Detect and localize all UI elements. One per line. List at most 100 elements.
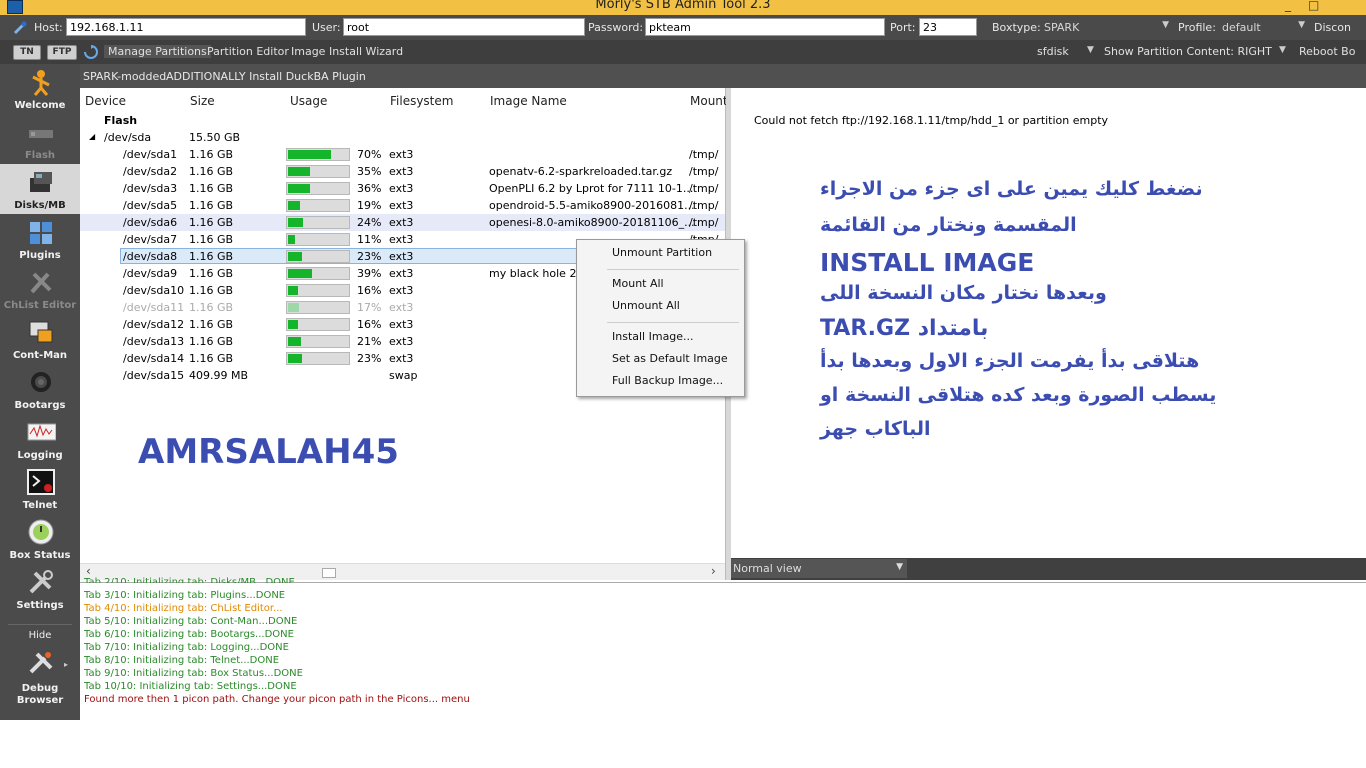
show-partition-select[interactable]: Show Partition Content: RIGHT xyxy=(1104,45,1272,58)
hide-button[interactable]: Hide xyxy=(0,630,80,641)
partition-usage-percent: 17% xyxy=(357,301,382,314)
usage-bar xyxy=(286,250,350,263)
usage-bar xyxy=(286,216,350,229)
tab-manage-partitions[interactable]: Manage Partitions xyxy=(104,45,211,58)
menu-item-install-image[interactable]: Install Image... xyxy=(612,330,694,343)
debug-icon[interactable] xyxy=(27,650,57,676)
usage-bar xyxy=(286,233,350,246)
chevron-down-icon[interactable]: ▼ xyxy=(1279,45,1286,55)
partition-filesystem: ext3 xyxy=(389,148,414,161)
sidebar-item-label: Flash xyxy=(24,150,56,161)
column-header-filesystem[interactable]: Filesystem xyxy=(390,94,453,108)
reboot-button[interactable]: Reboot Bo xyxy=(1299,45,1355,58)
partition-content-message: Could not fetch ftp://192.168.1.11/tmp/h… xyxy=(754,114,1109,127)
port-input[interactable] xyxy=(919,18,977,36)
column-header-size[interactable]: Size xyxy=(190,94,215,108)
partition-mount: /tmp/ xyxy=(689,216,719,229)
partition-mount: /tmp/ xyxy=(689,182,719,195)
duckba-plugin-option[interactable]: ADDITIONALLY Install DuckBA Plugin xyxy=(166,70,366,83)
sidebar-item-box-status[interactable]: Box Status xyxy=(0,514,80,564)
tab-partition-editor[interactable]: Partition Editor xyxy=(207,45,289,58)
sidebar-item-cont-man[interactable]: Cont-Man xyxy=(0,314,80,364)
usage-bar xyxy=(286,267,350,280)
plugins-icon xyxy=(30,222,52,244)
partition-image-name: openatv-6.2-sparkreloaded.tar.gz xyxy=(489,165,673,178)
boxtype-select[interactable]: SPARK ▼ xyxy=(1040,18,1172,37)
partition-device: /dev/sda13 xyxy=(123,335,185,348)
partition-filesystem: ext3 xyxy=(389,267,414,280)
password-input[interactable] xyxy=(645,18,885,36)
connect-icon[interactable] xyxy=(12,20,28,34)
menu-item-set-default-image[interactable]: Set as Default Image xyxy=(612,352,728,365)
flash-icon xyxy=(29,130,53,138)
sidebar-item-label: Logging xyxy=(17,450,63,461)
usage-bar xyxy=(286,301,350,314)
usage-bar-fill xyxy=(288,150,331,159)
instruction-line: بامتداد TAR.GZ xyxy=(820,316,989,341)
sidebar-item-settings[interactable]: Settings xyxy=(0,564,80,614)
table-row[interactable]: /dev/sda3 1.16 GB 36% ext3 OpenPLI 6.2 by Lp… xyxy=(80,180,725,197)
scroll-right-icon[interactable]: › xyxy=(711,564,716,578)
chevron-down-icon[interactable]: ▼ xyxy=(1087,45,1094,55)
instruction-line: نضغط كليك يمين على اى جزء من الاجزاء xyxy=(820,178,1203,200)
sidebar-item-welcome[interactable]: Welcome xyxy=(0,64,80,114)
usage-bar-fill xyxy=(288,252,302,261)
usage-bar-fill xyxy=(288,303,299,312)
log-line: Tab 8/10: Initializing tab: Telnet...DON… xyxy=(84,655,280,666)
sidebar-item-telnet[interactable]: Telnet xyxy=(0,464,80,514)
host-input[interactable] xyxy=(66,18,306,36)
menu-item-unmount-all[interactable]: Unmount All xyxy=(612,299,680,312)
column-header-image-name[interactable]: Image Name xyxy=(490,94,567,108)
partition-device: /dev/sda6 xyxy=(123,216,178,229)
scrollbar-thumb[interactable] xyxy=(322,568,336,578)
tn-button[interactable]: TN xyxy=(13,45,41,60)
password-label: Password: xyxy=(588,21,644,34)
watermark-text: AMRSALAH45 xyxy=(138,432,399,472)
partition-size: 1.16 GB xyxy=(189,199,234,212)
sfdisk-button[interactable]: sfdisk xyxy=(1037,45,1069,58)
partition-usage-percent: 70% xyxy=(357,148,382,161)
partition-filesystem: ext3 xyxy=(389,301,414,314)
column-header-usage[interactable]: Usage xyxy=(290,94,327,108)
spark-modded-option[interactable]: SPARK-modded xyxy=(83,70,166,83)
view-select-value: Normal view xyxy=(733,562,802,575)
partition-usage-percent: 23% xyxy=(357,250,382,263)
partition-filesystem: ext3 xyxy=(389,250,414,263)
table-row[interactable]: /dev/sda2 1.16 GB 35% ext3 openatv-6.2-spark… xyxy=(80,163,725,180)
menu-item-unmount-partition[interactable]: Unmount Partition xyxy=(612,246,712,259)
log-line: Tab 5/10: Initializing tab: Cont-Man...D… xyxy=(84,616,298,627)
menu-separator xyxy=(607,322,739,323)
expand-icon[interactable]: ◢ xyxy=(89,132,95,141)
profile-select[interactable]: default ▼ xyxy=(1218,18,1308,37)
column-header-mount[interactable]: Mount xyxy=(690,94,728,108)
view-select[interactable]: Normal view ▼ xyxy=(731,559,907,578)
sidebar-item-plugins[interactable]: Plugins xyxy=(0,214,80,264)
user-input[interactable] xyxy=(343,18,585,36)
sidebar-item-disks-mb[interactable]: Disks/MB xyxy=(0,164,80,214)
maximize-button[interactable]: □ xyxy=(1308,0,1319,12)
tab-image-install-wizard[interactable]: Image Install Wizard xyxy=(291,45,403,58)
table-row[interactable]: /dev/sda6 1.16 GB 24% ext3 openesi-8.0-amiko… xyxy=(80,214,725,231)
sidebar-item-bootargs[interactable]: Bootargs xyxy=(0,364,80,414)
log-line: Tab 7/10: Initializing tab: Logging...DO… xyxy=(84,642,289,653)
ftp-button[interactable]: FTP xyxy=(47,45,77,60)
table-row[interactable]: /dev/sda5 1.16 GB 19% ext3 opendroid-5.5-ami… xyxy=(80,197,725,214)
sidebar-item-chlist-editor[interactable]: ChList Editor xyxy=(0,264,80,314)
boxtype-label: Boxtype: xyxy=(992,21,1041,34)
menu-item-full-backup-image[interactable]: Full Backup Image... xyxy=(612,374,723,387)
usage-bar-fill xyxy=(288,218,303,227)
partition-filesystem: ext3 xyxy=(389,182,414,195)
disconnect-button[interactable]: Discon xyxy=(1314,21,1351,34)
sidebar-item-logging[interactable]: Logging xyxy=(0,414,80,464)
menu-item-mount-all[interactable]: Mount All xyxy=(612,277,664,290)
disk-row[interactable]: ◢ /dev/sda 15.50 GB xyxy=(80,129,725,146)
minimize-button[interactable]: _ xyxy=(1285,0,1291,12)
column-header-device[interactable]: Device xyxy=(85,94,126,108)
log-line: Tab 3/10: Initializing tab: Plugins...DO… xyxy=(84,590,286,601)
partition-size: 1.16 GB xyxy=(189,318,234,331)
scroll-left-icon[interactable]: ‹ xyxy=(86,564,91,578)
sidebar-item-flash[interactable]: Flash xyxy=(0,114,80,164)
refresh-icon[interactable] xyxy=(84,45,98,59)
partition-size: 1.16 GB xyxy=(189,182,234,195)
table-row[interactable]: /dev/sda1 1.16 GB 70% ext3/tmp/ xyxy=(80,146,725,163)
